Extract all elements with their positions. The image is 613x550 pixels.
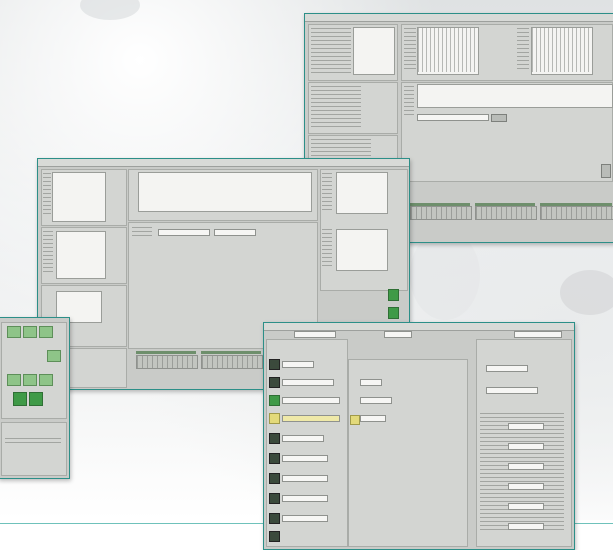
- status-strip: [201, 355, 263, 369]
- strip-header: [540, 203, 612, 206]
- input-field[interactable]: [486, 365, 528, 372]
- backdrop-shape: [410, 230, 480, 320]
- window-titlebar: [264, 323, 574, 331]
- input-field[interactable]: [282, 361, 314, 368]
- input-field[interactable]: [282, 415, 340, 422]
- list-lines: [43, 173, 51, 217]
- strip-header: [201, 351, 261, 354]
- input-field[interactable]: [282, 475, 328, 482]
- input-field[interactable]: [294, 331, 336, 338]
- window-titlebar: [38, 159, 409, 167]
- strip-header: [410, 203, 470, 206]
- input-field[interactable]: [508, 443, 544, 450]
- list-lines: [322, 229, 332, 269]
- status-strip: [475, 206, 537, 220]
- input-field[interactable]: [486, 387, 538, 394]
- input-field[interactable]: [282, 515, 328, 522]
- panel: [1, 422, 67, 476]
- color-swatch[interactable]: [269, 473, 280, 484]
- list-box[interactable]: [336, 229, 388, 271]
- grid-lines: [532, 28, 590, 72]
- color-swatch[interactable]: [269, 513, 280, 524]
- color-swatch[interactable]: [269, 453, 280, 464]
- status-strip: [136, 355, 198, 369]
- input-field[interactable]: [282, 379, 334, 386]
- input-field[interactable]: [508, 483, 544, 490]
- green-tile[interactable]: [39, 374, 53, 386]
- list-lines: [480, 413, 564, 533]
- green-tile[interactable]: [23, 326, 37, 338]
- green-tile[interactable]: [47, 350, 61, 362]
- backdrop-shape: [560, 270, 613, 315]
- input-field[interactable]: [508, 463, 544, 470]
- status-strip: [410, 206, 472, 220]
- list-lines: [43, 231, 53, 275]
- input-field[interactable]: [360, 415, 386, 422]
- input-field[interactable]: [282, 455, 328, 462]
- input-field[interactable]: [282, 397, 340, 404]
- color-swatch[interactable]: [269, 493, 280, 504]
- green-tile[interactable]: [39, 326, 53, 338]
- input-field[interactable]: [508, 523, 544, 530]
- color-swatch[interactable]: [269, 377, 280, 388]
- green-button[interactable]: [388, 307, 399, 319]
- bottom-window[interactable]: [263, 322, 575, 550]
- strip-header: [136, 351, 196, 354]
- panel: [348, 359, 468, 547]
- color-swatch[interactable]: [269, 395, 280, 406]
- green-tile[interactable]: [29, 392, 43, 406]
- list-lines: [5, 438, 61, 446]
- green-tile[interactable]: [7, 374, 21, 386]
- input-field[interactable]: [214, 229, 256, 236]
- list-lines: [404, 86, 414, 116]
- list-lines: [311, 86, 361, 128]
- green-tile[interactable]: [7, 326, 21, 338]
- list-lines: [311, 28, 351, 74]
- list-lines: [132, 227, 152, 237]
- input-field[interactable]: [282, 435, 324, 442]
- green-tile[interactable]: [23, 374, 37, 386]
- list-lines: [322, 173, 332, 213]
- input-field[interactable]: [508, 503, 544, 510]
- color-swatch[interactable]: [269, 413, 280, 424]
- window-titlebar: [305, 14, 613, 22]
- input-field[interactable]: [158, 229, 210, 236]
- text-area[interactable]: [138, 172, 312, 212]
- list-box[interactable]: [56, 231, 106, 279]
- small-button[interactable]: [491, 114, 507, 122]
- color-swatch[interactable]: [269, 531, 280, 542]
- backdrop-shape: [80, 0, 140, 20]
- color-swatch[interactable]: [350, 415, 360, 425]
- left-partial-window[interactable]: [0, 317, 70, 479]
- grid-lines: [517, 28, 529, 72]
- input-field[interactable]: [508, 423, 544, 430]
- small-button[interactable]: [601, 164, 611, 178]
- input-field[interactable]: [514, 331, 562, 338]
- grid-lines: [418, 28, 476, 72]
- list-box[interactable]: [336, 172, 388, 214]
- input-field[interactable]: [282, 495, 328, 502]
- list-box[interactable]: [52, 172, 106, 222]
- strip-header: [475, 203, 535, 206]
- input-field[interactable]: [360, 379, 382, 386]
- input-field[interactable]: [384, 331, 412, 338]
- color-swatch[interactable]: [269, 359, 280, 370]
- text-area[interactable]: [417, 84, 613, 108]
- green-button[interactable]: [388, 289, 399, 301]
- grid-lines: [404, 28, 416, 72]
- green-tile[interactable]: [13, 392, 27, 406]
- list-box[interactable]: [353, 27, 395, 75]
- color-swatch[interactable]: [269, 433, 280, 444]
- input-field[interactable]: [360, 397, 392, 404]
- input-field[interactable]: [417, 114, 489, 121]
- status-strip: [540, 206, 613, 220]
